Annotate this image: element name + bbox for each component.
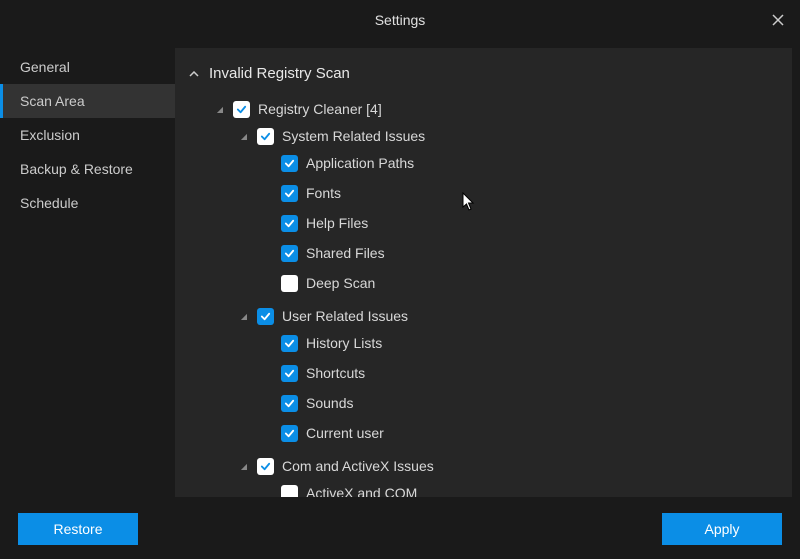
tree-row[interactable]: Shared Files: [263, 241, 778, 265]
checkbox[interactable]: [281, 215, 298, 232]
checkbox[interactable]: [281, 365, 298, 382]
body-area: GeneralScan AreaExclusionBackup & Restor…: [0, 40, 800, 499]
tree-label: Registry Cleaner [4]: [258, 101, 382, 117]
tree-row[interactable]: Shortcuts: [263, 361, 778, 385]
section-title: Invalid Registry Scan: [209, 65, 350, 82]
tree-label: Application Paths: [306, 155, 414, 171]
tree-node: Shortcuts: [263, 358, 778, 388]
tree-row[interactable]: History Lists: [263, 331, 778, 355]
tree-row[interactable]: Help Files: [263, 211, 778, 235]
tree-row[interactable]: ◢ Registry Cleaner [4]: [215, 97, 778, 121]
tree-node: Fonts: [263, 178, 778, 208]
titlebar: Settings: [0, 0, 800, 40]
sidebar: GeneralScan AreaExclusionBackup & Restor…: [0, 40, 175, 499]
close-icon: [772, 14, 784, 26]
tree-node: ◢ System Related Issues Application Paths F…: [239, 121, 778, 301]
tree-label: Shortcuts: [306, 365, 365, 381]
tree-root: ◢ Registry Cleaner [4] ◢ System Related Iss…: [189, 88, 778, 497]
apply-button[interactable]: Apply: [662, 513, 782, 545]
checkbox[interactable]: [281, 335, 298, 352]
tree-node: ◢ User Related Issues History Lists Shortcu…: [239, 301, 778, 451]
tree-row[interactable]: Fonts: [263, 181, 778, 205]
scroll-area[interactable]: Invalid Registry Scan ◢ Registry Cleaner …: [175, 48, 792, 497]
tree-node: History Lists: [263, 328, 778, 358]
tree-label: Help Files: [306, 215, 368, 231]
tree-node: Current user: [263, 418, 778, 448]
chevron-up-icon: [189, 64, 201, 82]
checkbox[interactable]: [281, 245, 298, 262]
checkbox[interactable]: [281, 155, 298, 172]
tree-row[interactable]: Current user: [263, 421, 778, 445]
checkbox[interactable]: [257, 128, 274, 145]
section-header[interactable]: Invalid Registry Scan: [189, 58, 778, 88]
caret-icon: ◢: [239, 312, 249, 321]
tree-node: ◢ Com and ActiveX Issues ActiveX and COMFi…: [239, 451, 778, 497]
tree-row[interactable]: ◢ User Related Issues: [239, 304, 778, 328]
tree-node: Shared Files: [263, 238, 778, 268]
tree-label: History Lists: [306, 335, 382, 351]
close-button[interactable]: [768, 10, 788, 30]
tree-node: Deep Scan: [263, 268, 778, 298]
tree-node: ActiveX and COM: [263, 478, 778, 497]
tree-children: ◢ System Related Issues Application Paths F…: [215, 121, 778, 497]
caret-icon: ◢: [239, 462, 249, 471]
checkbox[interactable]: [257, 308, 274, 325]
restore-button[interactable]: Restore: [18, 513, 138, 545]
tree-children: Application Paths Fonts Help Files Shared F…: [239, 148, 778, 298]
tree-row[interactable]: Application Paths: [263, 151, 778, 175]
tree-label: Fonts: [306, 185, 341, 201]
tree-children: ActiveX and COMFile Types: [239, 478, 778, 497]
tree-label: ActiveX and COM: [306, 485, 417, 497]
sidebar-item-scan-area[interactable]: Scan Area: [0, 84, 175, 118]
sidebar-item-general[interactable]: General: [0, 50, 175, 84]
sidebar-item-exclusion[interactable]: Exclusion: [0, 118, 175, 152]
tree-label: Sounds: [306, 395, 353, 411]
tree-label: Com and ActiveX Issues: [282, 458, 434, 474]
window-title: Settings: [375, 12, 426, 28]
tree-row[interactable]: ◢ Com and ActiveX Issues: [239, 454, 778, 478]
checkbox[interactable]: [281, 395, 298, 412]
caret-icon: ◢: [239, 132, 249, 141]
checkbox[interactable]: [257, 458, 274, 475]
sidebar-item-schedule[interactable]: Schedule: [0, 186, 175, 220]
tree-label: System Related Issues: [282, 128, 425, 144]
tree-node: Application Paths: [263, 148, 778, 178]
checkbox[interactable]: [281, 485, 298, 498]
sidebar-item-backup-restore[interactable]: Backup & Restore: [0, 152, 175, 186]
tree-node: Help Files: [263, 208, 778, 238]
tree-row[interactable]: Deep Scan: [263, 271, 778, 295]
tree-row[interactable]: Sounds: [263, 391, 778, 415]
checkbox[interactable]: [281, 425, 298, 442]
checkbox[interactable]: [233, 101, 250, 118]
footer: Restore Apply: [0, 499, 800, 559]
checkbox[interactable]: [281, 185, 298, 202]
tree-children: History Lists Shortcuts Sounds Current user: [239, 328, 778, 448]
content-panel: Invalid Registry Scan ◢ Registry Cleaner …: [175, 48, 792, 497]
tree-label: Shared Files: [306, 245, 385, 261]
tree-label: User Related Issues: [282, 308, 408, 324]
checkbox[interactable]: [281, 275, 298, 292]
tree-node: ◢ Registry Cleaner [4] ◢ System Related Iss…: [215, 94, 778, 497]
tree-node: Sounds: [263, 388, 778, 418]
caret-icon: ◢: [215, 105, 225, 114]
tree-row[interactable]: ActiveX and COM: [263, 481, 778, 497]
tree-label: Deep Scan: [306, 275, 375, 291]
tree-row[interactable]: ◢ System Related Issues: [239, 124, 778, 148]
tree-label: Current user: [306, 425, 384, 441]
